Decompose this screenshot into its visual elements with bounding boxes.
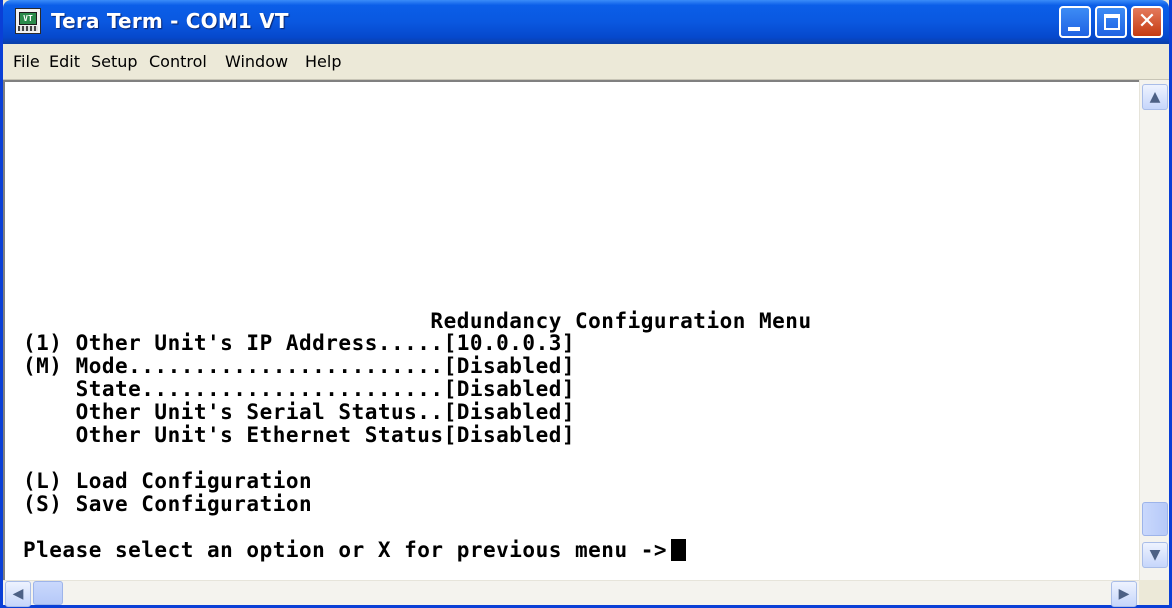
scroll-left-button[interactable]: ◀ — [5, 581, 31, 607]
window-title: Tera Term - COM1 VT — [51, 9, 289, 33]
terminal-screen[interactable]: Redundancy Configuration Menu (1) Other … — [3, 80, 1139, 580]
terminal-line-load-config: (L) Load Configuration — [23, 469, 313, 493]
tera-term-window: VT Tera Term - COM1 VT ✕ File Edit Setup… — [0, 0, 1172, 608]
close-icon: ✕ — [1137, 9, 1157, 34]
terminal-line-serial-status: Other Unit's Serial Status..[Disabled] — [23, 400, 576, 424]
menu-control[interactable]: Control — [149, 52, 207, 71]
menu-bar: File Edit Setup Control Window Help — [3, 44, 1169, 80]
horizontal-scrollbar[interactable]: ◀ ▶ — [3, 580, 1139, 607]
minimize-icon — [1068, 27, 1080, 31]
terminal-line-mode: (M) Mode........................[Disable… — [23, 354, 576, 378]
prompt-row: Please select an option or X for previou… — [23, 538, 687, 562]
vertical-scrollbar[interactable]: ▲ ▼ — [1139, 80, 1169, 580]
maximize-icon — [1104, 14, 1120, 30]
menu-window[interactable]: Window — [225, 52, 288, 71]
horizontal-scroll-thumb[interactable] — [33, 581, 63, 605]
app-icon-keyboard — [18, 26, 38, 31]
title-bar[interactable]: VT Tera Term - COM1 VT ✕ — [3, 0, 1169, 44]
terminal-prompt: Please select an option or X for previou… — [23, 538, 668, 562]
vertical-scroll-thumb[interactable] — [1142, 502, 1168, 536]
menu-heading: Redundancy Configuration Menu — [23, 309, 812, 333]
app-icon-screen: VT — [19, 12, 37, 25]
scroll-right-button[interactable]: ▶ — [1111, 581, 1137, 607]
menu-edit[interactable]: Edit — [49, 52, 80, 71]
resize-grip[interactable] — [1139, 580, 1169, 605]
minimize-button[interactable] — [1059, 6, 1091, 38]
menu-help[interactable]: Help — [305, 52, 341, 71]
tera-term-app-icon[interactable]: VT — [15, 8, 41, 34]
terminal-line-state: State.......................[Disabled] — [23, 377, 576, 401]
terminal-line-ip-address: (1) Other Unit's IP Address.....[10.0.0.… — [23, 331, 576, 355]
close-button[interactable]: ✕ — [1131, 6, 1163, 38]
scroll-up-button[interactable]: ▲ — [1142, 84, 1168, 110]
menu-file[interactable]: File — [13, 52, 40, 71]
maximize-button[interactable] — [1095, 6, 1127, 38]
terminal-line-save-config: (S) Save Configuration — [23, 492, 313, 516]
scroll-down-button[interactable]: ▼ — [1142, 542, 1168, 568]
terminal-line-ethernet-status: Other Unit's Ethernet Status[Disabled] — [23, 423, 576, 447]
text-cursor — [671, 539, 687, 561]
menu-setup[interactable]: Setup — [91, 52, 138, 71]
